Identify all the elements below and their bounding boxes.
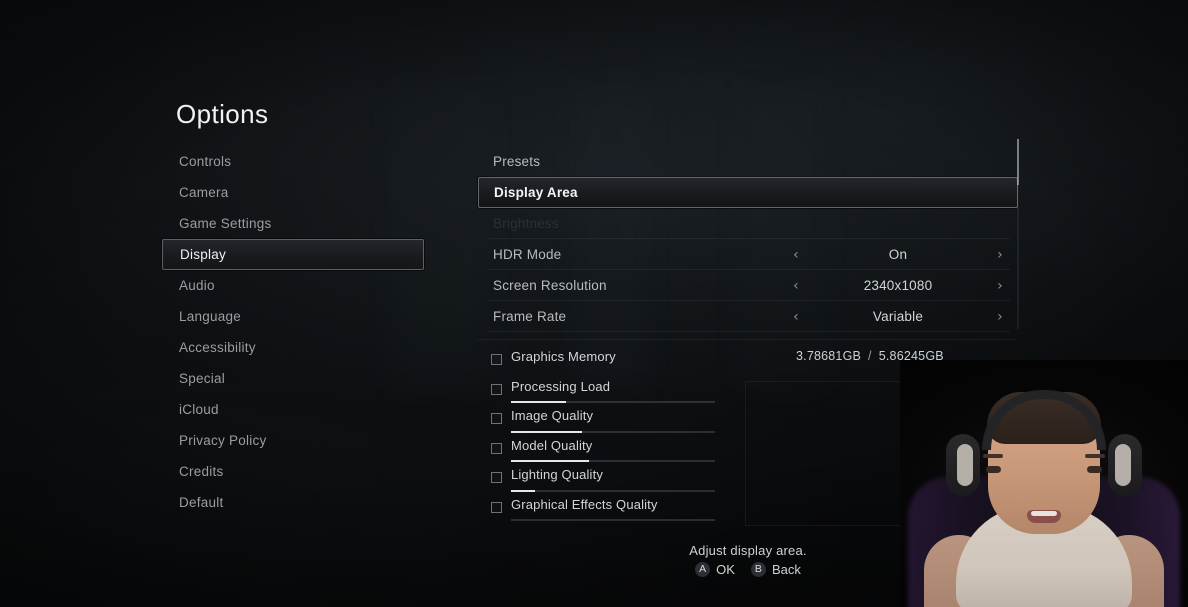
- sidebar-item-accessibility[interactable]: Accessibility: [162, 332, 424, 363]
- stat-bar: [511, 519, 715, 521]
- button-glyph-a[interactable]: A: [695, 562, 711, 577]
- row-separator: [489, 331, 1010, 332]
- checkbox-lighting-quality[interactable]: [491, 472, 502, 483]
- setting-row-screen-resolution[interactable]: Screen Resolution ‹ 2340x1080 ›: [478, 270, 1018, 301]
- sidebar-item-label: iCloud: [179, 402, 219, 417]
- sidebar-item-label: Controls: [179, 154, 232, 169]
- stat-bar: [511, 460, 715, 462]
- button-glyph-b[interactable]: B: [750, 562, 766, 577]
- sidebar-item-privacy-policy[interactable]: Privacy Policy: [162, 425, 424, 456]
- checkbox-image-quality[interactable]: [491, 413, 502, 424]
- button-label-ok: OK: [716, 562, 735, 577]
- stat-bar-fill: [511, 489, 536, 492]
- setting-row-brightness: Brightness: [478, 208, 1018, 239]
- sidebar-item-credits[interactable]: Credits: [162, 456, 424, 487]
- stat-bar-fill: [511, 460, 589, 462]
- setting-value: On: [888, 247, 908, 262]
- sidebar-item-language[interactable]: Language: [162, 301, 424, 332]
- setting-label: Frame Rate: [493, 309, 567, 324]
- setting-row-presets[interactable]: Presets: [478, 146, 1018, 177]
- sidebar-item-label: Display: [180, 247, 227, 262]
- stat-bar-fill: [511, 430, 583, 433]
- setting-stepper: ‹ 2340x1080 ›: [788, 270, 1008, 301]
- setting-stepper: ‹ On ›: [788, 239, 1008, 270]
- settings-scrollbar-thumb[interactable]: [1017, 139, 1019, 185]
- sidebar-item-label: Credits: [179, 464, 224, 479]
- sidebar-item-game-settings[interactable]: Game Settings: [162, 208, 424, 239]
- teeth: [1031, 511, 1057, 516]
- stat-bar: [511, 430, 715, 433]
- sidebar-item-special[interactable]: Special: [162, 363, 424, 394]
- sidebar-item-label: Accessibility: [179, 340, 256, 355]
- chevron-left-icon[interactable]: ‹: [788, 310, 804, 324]
- checkbox-processing-load[interactable]: [491, 383, 502, 395]
- stat-label: Lighting Quality: [511, 467, 604, 482]
- eye-left: [986, 466, 1001, 473]
- setting-label: HDR Mode: [493, 247, 562, 262]
- sidebar-item-controls[interactable]: Controls: [162, 146, 424, 177]
- sidebar-item-icloud[interactable]: iCloud: [162, 394, 424, 425]
- sidebar-item-audio[interactable]: Audio: [162, 270, 424, 301]
- eyebrow-left: [983, 454, 1003, 458]
- setting-row-display-area[interactable]: Display Area: [478, 177, 1018, 208]
- setting-label: Screen Resolution: [493, 278, 607, 293]
- stat-label: Processing Load: [511, 378, 611, 394]
- sidebar-item-display[interactable]: Display: [162, 239, 424, 270]
- chevron-left-icon[interactable]: ‹: [788, 248, 804, 262]
- sidebar-item-label: Default: [179, 495, 224, 510]
- setting-stepper: ‹ Variable ›: [788, 301, 1008, 332]
- page-title: Options: [176, 99, 269, 129]
- sidebar-item-label: Game Settings: [179, 216, 272, 231]
- sidebar-item-label: Privacy Policy: [179, 433, 267, 448]
- stat-bar: [511, 401, 715, 403]
- settings-scrollbar[interactable]: [1017, 139, 1019, 329]
- chevron-right-icon[interactable]: ›: [992, 279, 1008, 293]
- memory-used: 3.78681GB: [796, 349, 862, 363]
- setting-label: Presets: [493, 154, 541, 169]
- sidebar-item-camera[interactable]: Camera: [162, 177, 424, 208]
- stat-label: Model Quality: [511, 437, 593, 453]
- chevron-right-icon[interactable]: ›: [992, 248, 1008, 262]
- setting-row-frame-rate[interactable]: Frame Rate ‹ Variable ›: [478, 301, 1018, 332]
- setting-value: 2340x1080: [863, 278, 933, 293]
- checkbox-graphical-effects-quality[interactable]: [491, 501, 502, 513]
- settings-divider: [478, 339, 1016, 340]
- sidebar-item-label: Special: [179, 371, 226, 386]
- headphone-pad-left: [957, 444, 973, 486]
- sidebar-item-label: Audio: [179, 278, 215, 293]
- game-options-screen: Options Controls Camera Game Settings Displ…: [0, 0, 1188, 607]
- chevron-left-icon[interactable]: ‹: [788, 279, 804, 293]
- webcam-overlay: [900, 360, 1188, 607]
- sidebar-item-label: Language: [179, 309, 242, 324]
- button-label-back: Back: [771, 562, 801, 577]
- setting-label: Brightness: [493, 216, 559, 231]
- headphone-pad-right: [1115, 444, 1131, 486]
- stat-bar: [511, 489, 715, 492]
- stat-label: Graphical Effects Quality: [511, 496, 658, 512]
- sidebar-item-label: Camera: [179, 185, 229, 200]
- checkbox-model-quality[interactable]: [491, 442, 502, 454]
- stat-label: Graphics Memory: [511, 349, 616, 364]
- checkbox-graphics-memory[interactable]: [491, 354, 502, 365]
- options-sidebar: Controls Camera Game Settings Display Audio L…: [162, 146, 424, 518]
- stat-bar-fill: [511, 401, 567, 403]
- setting-value: Variable: [872, 309, 924, 324]
- memory-separator: /: [868, 349, 872, 363]
- chevron-right-icon[interactable]: ›: [992, 310, 1008, 324]
- display-settings-panel: Presets Display Area Brightness HDR Mode ‹ On…: [478, 146, 1018, 332]
- setting-label: Display Area: [494, 185, 578, 200]
- setting-row-hdr-mode[interactable]: HDR Mode ‹ On ›: [478, 239, 1018, 270]
- sidebar-item-default[interactable]: Default: [162, 487, 424, 518]
- stat-label: Image Quality: [511, 408, 594, 423]
- eyebrow-right: [1085, 454, 1105, 458]
- eye-right: [1087, 466, 1102, 473]
